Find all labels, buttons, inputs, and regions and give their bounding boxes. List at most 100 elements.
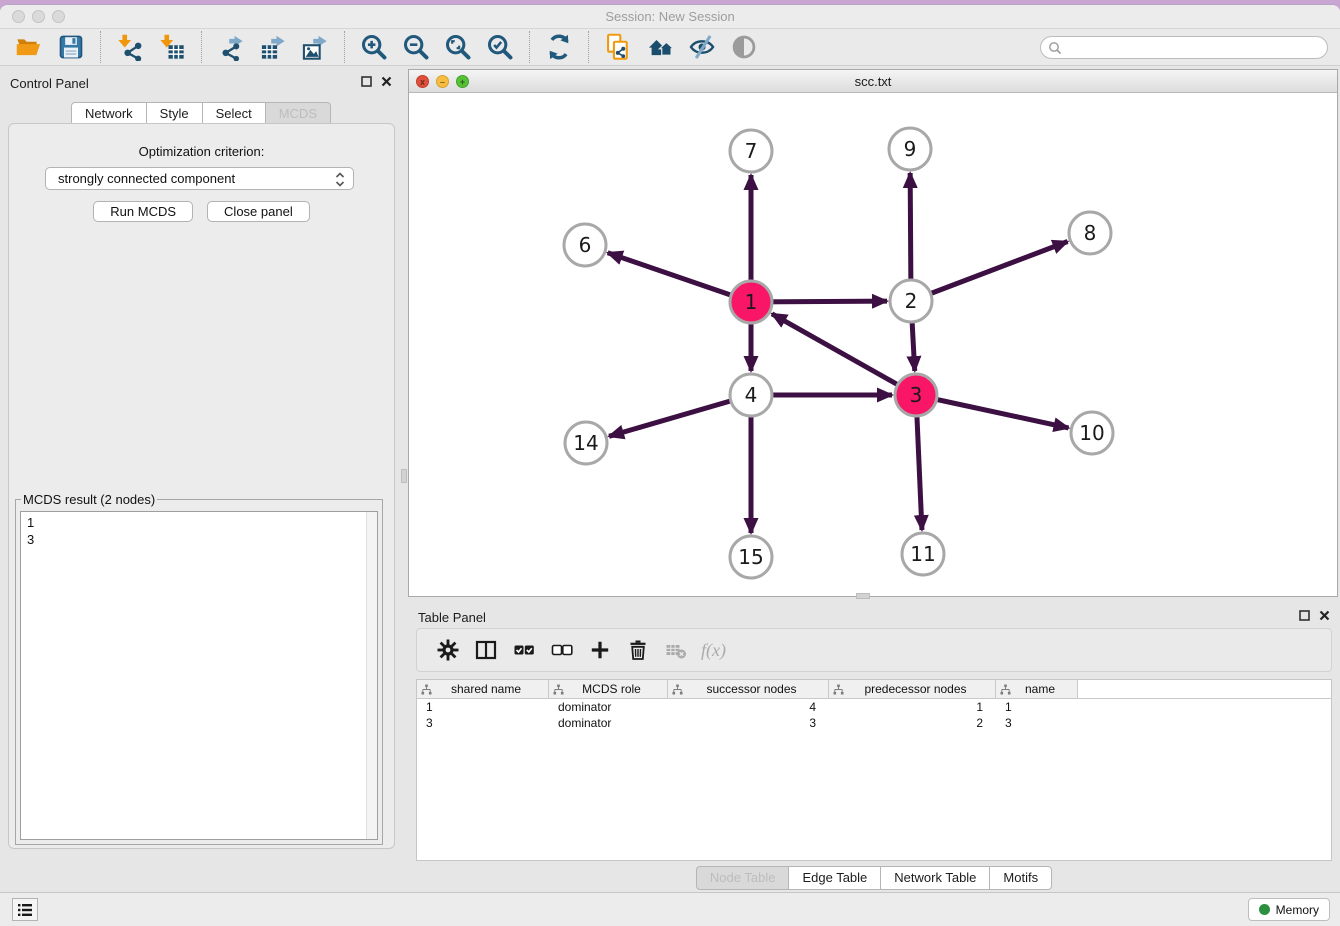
import-table-icon[interactable] <box>157 32 187 62</box>
panel-splitter-handle[interactable] <box>401 469 407 483</box>
column-type-icon <box>672 684 683 695</box>
network-canvas[interactable]: 7968124314101511 <box>409 93 1337 596</box>
search-input[interactable] <box>1040 36 1328 59</box>
memory-button[interactable]: Memory <box>1248 898 1330 921</box>
table-cell[interactable]: 3 <box>996 715 1078 731</box>
table-panel-tabs: Node TableEdge TableNetwork TableMotifs <box>696 866 1052 890</box>
close-panel-button[interactable]: Close panel <box>207 201 310 222</box>
tab-edge-table[interactable]: Edge Table <box>789 866 881 890</box>
search-icon <box>1048 41 1062 55</box>
graph-node-label-9: 9 <box>904 137 917 161</box>
mcds-result-values: 1 3 <box>21 512 377 548</box>
criterion-dropdown[interactable]: strongly connected component <box>45 167 354 190</box>
graph-node-label-6: 6 <box>579 233 592 257</box>
task-history-button[interactable] <box>12 898 38 921</box>
table-cell[interactable]: 1 <box>417 699 549 715</box>
close-table-panel-icon[interactable] <box>1319 610 1330 621</box>
close-panel-icon[interactable] <box>381 76 392 87</box>
zoom-fit-icon[interactable] <box>443 32 473 62</box>
delete-column-trash-icon[interactable] <box>624 636 652 664</box>
graph-node-label-15: 15 <box>738 545 763 569</box>
dropdown-stepper-icon <box>334 171 346 191</box>
zoom-selected-icon[interactable] <box>485 32 515 62</box>
network-frame-titlebar[interactable]: x – + scc.txt <box>409 70 1337 93</box>
tab-motifs[interactable]: Motifs <box>990 866 1052 890</box>
criterion-dropdown-value: strongly connected component <box>58 171 235 186</box>
application-window: Session: New Session <box>0 4 1340 926</box>
graph-edge-3-1[interactable] <box>772 314 916 395</box>
zoom-out-icon[interactable] <box>401 32 431 62</box>
network-view-frame: x – + scc.txt 7968124314101511 <box>408 69 1338 597</box>
graph-edge-3-10[interactable] <box>916 395 1069 428</box>
zoom-in-icon[interactable] <box>359 32 389 62</box>
mcds-result-box[interactable]: 1 3 <box>20 511 378 840</box>
result-scrollbar[interactable] <box>366 512 377 839</box>
graph-node-label-4: 4 <box>745 383 758 407</box>
graph-node-label-1: 1 <box>745 290 758 314</box>
column-visibility-icon[interactable] <box>472 636 500 664</box>
hide-panel-eye-icon[interactable] <box>687 32 717 62</box>
table-cell[interactable]: 3 <box>668 715 829 731</box>
graph-edge-1-6[interactable] <box>608 253 751 302</box>
table-row[interactable]: 1dominator411 <box>417 699 1331 715</box>
graph-node-label-7: 7 <box>745 139 758 163</box>
table-cell[interactable]: dominator <box>549 699 668 715</box>
table-cell[interactable]: 4 <box>668 699 829 715</box>
reset-layout-icon[interactable] <box>645 32 675 62</box>
table-cell[interactable]: 1 <box>829 699 996 715</box>
unselect-all-icon[interactable] <box>548 636 576 664</box>
list-icon <box>17 903 33 917</box>
graph-node-label-8: 8 <box>1084 221 1097 245</box>
memory-label: Memory <box>1276 903 1319 917</box>
toolbar-separator <box>529 31 530 63</box>
run-mcds-button[interactable]: Run MCDS <box>93 201 193 222</box>
show-panel-eye-icon[interactable] <box>729 32 759 62</box>
column-type-icon <box>421 684 432 695</box>
graph-node-label-10: 10 <box>1079 421 1104 445</box>
column-header-shared-name[interactable]: shared name <box>417 680 549 698</box>
frame-splitter-handle[interactable] <box>856 593 870 599</box>
table-cell[interactable]: 3 <box>417 715 549 731</box>
mcds-panel: Optimization criterion: strongly connect… <box>8 123 395 849</box>
graph-node-label-2: 2 <box>905 289 918 313</box>
clone-network-icon[interactable] <box>603 32 633 62</box>
graph-edge-2-8[interactable] <box>911 242 1068 301</box>
table-settings-gear-icon[interactable] <box>434 636 462 664</box>
delete-table-icon[interactable] <box>662 636 690 664</box>
graph-node-label-14: 14 <box>573 431 598 455</box>
select-all-icon[interactable] <box>510 636 538 664</box>
table-body: 1dominator4113dominator323 <box>417 699 1331 731</box>
table-toolbar: f(x) <box>416 628 1332 672</box>
export-table-icon[interactable] <box>258 32 288 62</box>
table-cell[interactable]: 2 <box>829 715 996 731</box>
table-row[interactable]: 3dominator323 <box>417 715 1331 731</box>
add-column-icon[interactable] <box>586 636 614 664</box>
column-header-name[interactable]: name <box>996 680 1078 698</box>
apply-layout-icon[interactable] <box>544 32 574 62</box>
table-cell[interactable]: dominator <box>549 715 668 731</box>
table-panel: Table Panel <box>408 601 1340 897</box>
toolbar-separator <box>201 31 202 63</box>
table-panel-title: Table Panel <box>418 610 486 625</box>
import-network-icon[interactable] <box>115 32 145 62</box>
tab-network-table[interactable]: Network Table <box>881 866 990 890</box>
tab-node-table[interactable]: Node Table <box>696 866 790 890</box>
float-table-panel-icon[interactable] <box>1299 610 1310 621</box>
column-header-successor-nodes[interactable]: successor nodes <box>668 680 829 698</box>
function-builder-icon[interactable]: f(x) <box>701 640 726 661</box>
window-title: Session: New Session <box>0 9 1340 24</box>
control-panel: Control Panel NetworkStyleSelectMCDS Opt… <box>0 67 402 891</box>
column-type-icon <box>1000 684 1011 695</box>
export-image-icon[interactable] <box>300 32 330 62</box>
table-header-row: shared nameMCDS rolesuccessor nodesprede… <box>417 680 1331 699</box>
open-session-icon[interactable] <box>14 32 44 62</box>
save-session-icon[interactable] <box>56 32 86 62</box>
table-cell[interactable]: 1 <box>996 699 1078 715</box>
export-network-icon[interactable] <box>216 32 246 62</box>
status-bar: Memory <box>0 892 1340 926</box>
main-toolbar <box>0 29 1340 66</box>
column-header-predecessor-nodes[interactable]: predecessor nodes <box>829 680 996 698</box>
column-header-MCDS-role[interactable]: MCDS role <box>549 680 668 698</box>
float-panel-icon[interactable] <box>361 76 372 87</box>
column-type-icon <box>833 684 844 695</box>
